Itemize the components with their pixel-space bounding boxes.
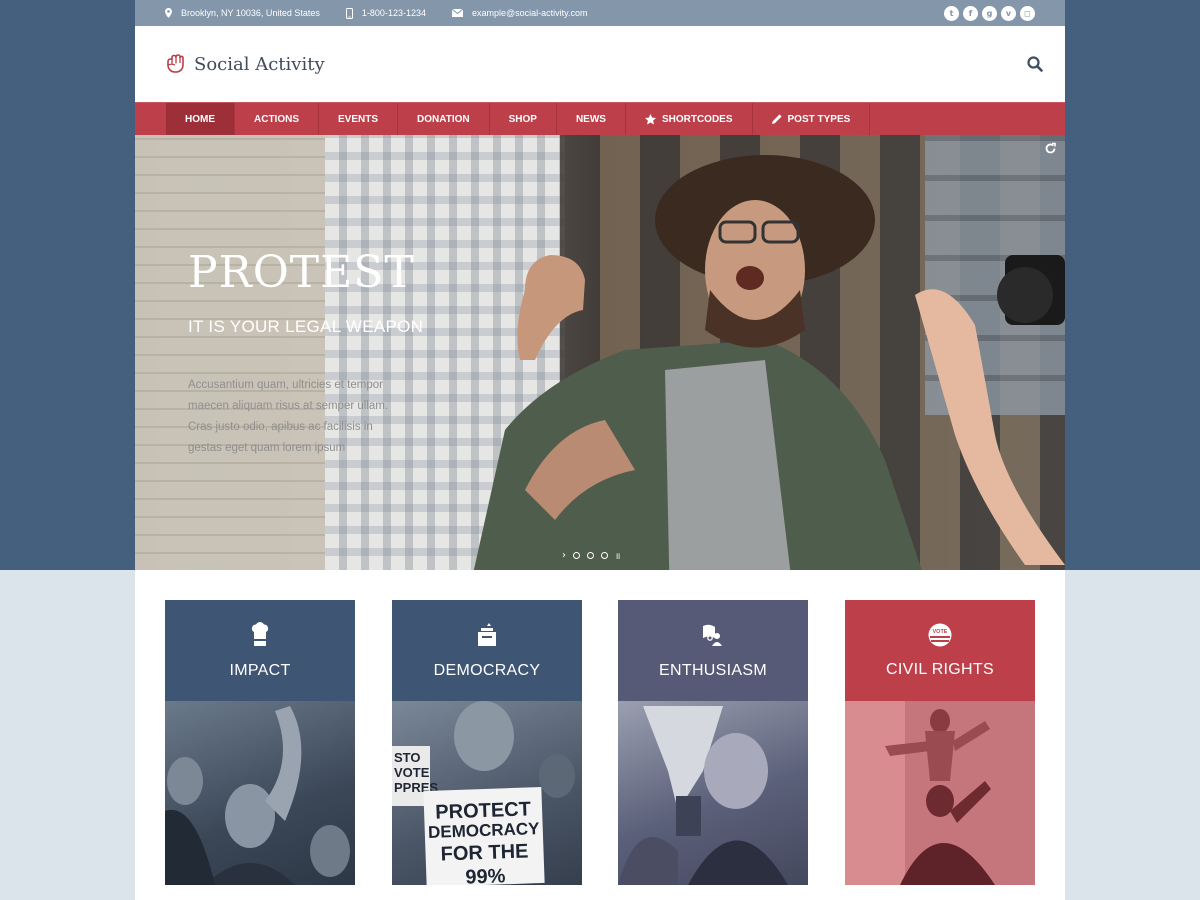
nav-item-shortcodes[interactable]: SHORTCODES — [626, 103, 753, 135]
card-photo — [165, 701, 355, 885]
nav-label: HOME — [185, 113, 215, 125]
card-photo-crowd — [165, 706, 350, 885]
chef-hat-icon — [251, 621, 269, 646]
address-text: Brooklyn, NY 10036, United States — [181, 8, 320, 18]
nav-label: POST TYPES — [787, 113, 851, 125]
nav-label: DONATION — [417, 113, 470, 125]
hero-photo-building — [135, 135, 325, 570]
badge-text: VOTE — [932, 628, 948, 635]
nav-item-post-types[interactable]: POST TYPES — [753, 103, 871, 135]
nav-item-home[interactable]: HOME — [166, 103, 235, 135]
nav-item-events[interactable]: EVENTS — [319, 103, 399, 135]
card-photo: STO VOTE PPRES PROTECT DEMOCRACY FOR THE… — [392, 701, 582, 885]
nav-label: ACTIONS — [254, 113, 299, 125]
pencil-icon — [771, 114, 782, 124]
card-header: ENTHUSIASM — [618, 600, 808, 701]
search-icon[interactable] — [1027, 56, 1043, 72]
card-title: ENTHUSIASM — [659, 661, 767, 679]
envelope-icon — [451, 9, 463, 17]
hero-subtitle: IT IS YOUR LEGAL WEAPON — [188, 317, 424, 336]
flag-people-icon — [703, 624, 722, 646]
nav-item-shop[interactable]: SHOP — [490, 103, 557, 135]
hero-slider: PROTEST IT IS YOUR LEGAL WEAPON Accusant… — [135, 135, 1065, 570]
nav-label: EVENTS — [338, 113, 379, 125]
sign-text: FOR THE 99% — [440, 840, 529, 885]
card-photo-megaphone — [618, 706, 788, 885]
features-section: IMPACT DEMOCRACY STO VOTE PPRES PROTECT … — [135, 570, 1065, 900]
protest-sign: PROTECT DEMOCRACY FOR THE 99% — [423, 786, 545, 885]
card-header: VOTE CIVIL RIGHTS — [845, 600, 1035, 701]
feature-card-civil-rights[interactable]: VOTE CIVIL RIGHTS — [845, 600, 1035, 885]
email-text: example@social-activity.com — [471, 8, 588, 18]
raised-fist-icon[interactable] — [165, 53, 185, 75]
star-icon — [644, 113, 656, 124]
hero-description: Accusantium quam, ultricies et tempor ma… — [188, 379, 389, 454]
vote-badge-icon: VOTE — [928, 623, 952, 647]
hero-photo-head — [655, 155, 875, 348]
hero-photo-camera-hand — [915, 255, 1065, 565]
slider-dot[interactable] — [587, 552, 594, 559]
vimeo-icon[interactable]: v — [1001, 5, 1016, 21]
site-logo-text[interactable]: Social Activity — [194, 54, 325, 75]
slider-next-arrow[interactable]: › — [562, 550, 566, 561]
phone-info: 1-800-123-1234 — [345, 7, 426, 19]
slider-pause-icon[interactable]: ॥ — [615, 549, 620, 562]
feature-card-enthusiasm[interactable]: ENTHUSIASM — [618, 600, 808, 885]
instagram-icon[interactable]: ◻ — [1020, 5, 1035, 21]
nav-label: SHORTCODES — [661, 113, 733, 125]
top-bar: Brooklyn, NY 10036, United States 1-800-… — [135, 0, 1065, 26]
card-title: IMPACT — [229, 661, 291, 679]
address-info: Brooklyn, NY 10036, United States — [165, 8, 320, 18]
hero-title: PROTEST — [188, 247, 415, 298]
twitter-icon[interactable]: t — [944, 5, 959, 21]
feature-card-democracy[interactable]: DEMOCRACY STO VOTE PPRES PROTECT DEMOCRA… — [392, 600, 582, 885]
card-title: CIVIL RIGHTS — [886, 660, 994, 678]
ballot-box-icon — [478, 622, 496, 646]
card-header: IMPACT — [165, 600, 355, 701]
feature-card-impact[interactable]: IMPACT — [165, 600, 355, 885]
reload-icon[interactable] — [1044, 142, 1057, 155]
card-title: DEMOCRACY — [433, 661, 541, 679]
phone-text: 1-800-123-1234 — [361, 8, 426, 18]
card-header: DEMOCRACY — [392, 600, 582, 701]
nav-label: SHOP — [508, 113, 537, 125]
slider-controls: › ॥ — [562, 549, 620, 562]
card-photo — [618, 701, 808, 885]
nav-item-donation[interactable]: DONATION — [398, 103, 490, 135]
slider-dot[interactable] — [573, 552, 580, 559]
nav-label: NEWS — [575, 113, 606, 125]
page-container: Brooklyn, NY 10036, United States 1-800-… — [135, 0, 1065, 900]
social-links: t f g v ◻ — [944, 5, 1035, 21]
site-header: Social Activity — [135, 26, 1065, 102]
map-pin-icon — [165, 8, 172, 18]
phone-icon — [345, 7, 353, 19]
card-photo — [845, 701, 1035, 885]
card-photo-statue — [845, 701, 1035, 885]
nav-item-actions[interactable]: ACTIONS — [235, 103, 319, 135]
nav-item-news[interactable]: NEWS — [557, 103, 626, 135]
main-nav: HOME ACTIONS EVENTS DONATION SHOP NEWS S… — [135, 102, 1065, 135]
slider-dot[interactable] — [601, 552, 608, 559]
email-info: example@social-activity.com — [451, 8, 588, 18]
google-plus-icon[interactable]: g — [982, 5, 997, 21]
facebook-icon[interactable]: f — [963, 5, 978, 21]
